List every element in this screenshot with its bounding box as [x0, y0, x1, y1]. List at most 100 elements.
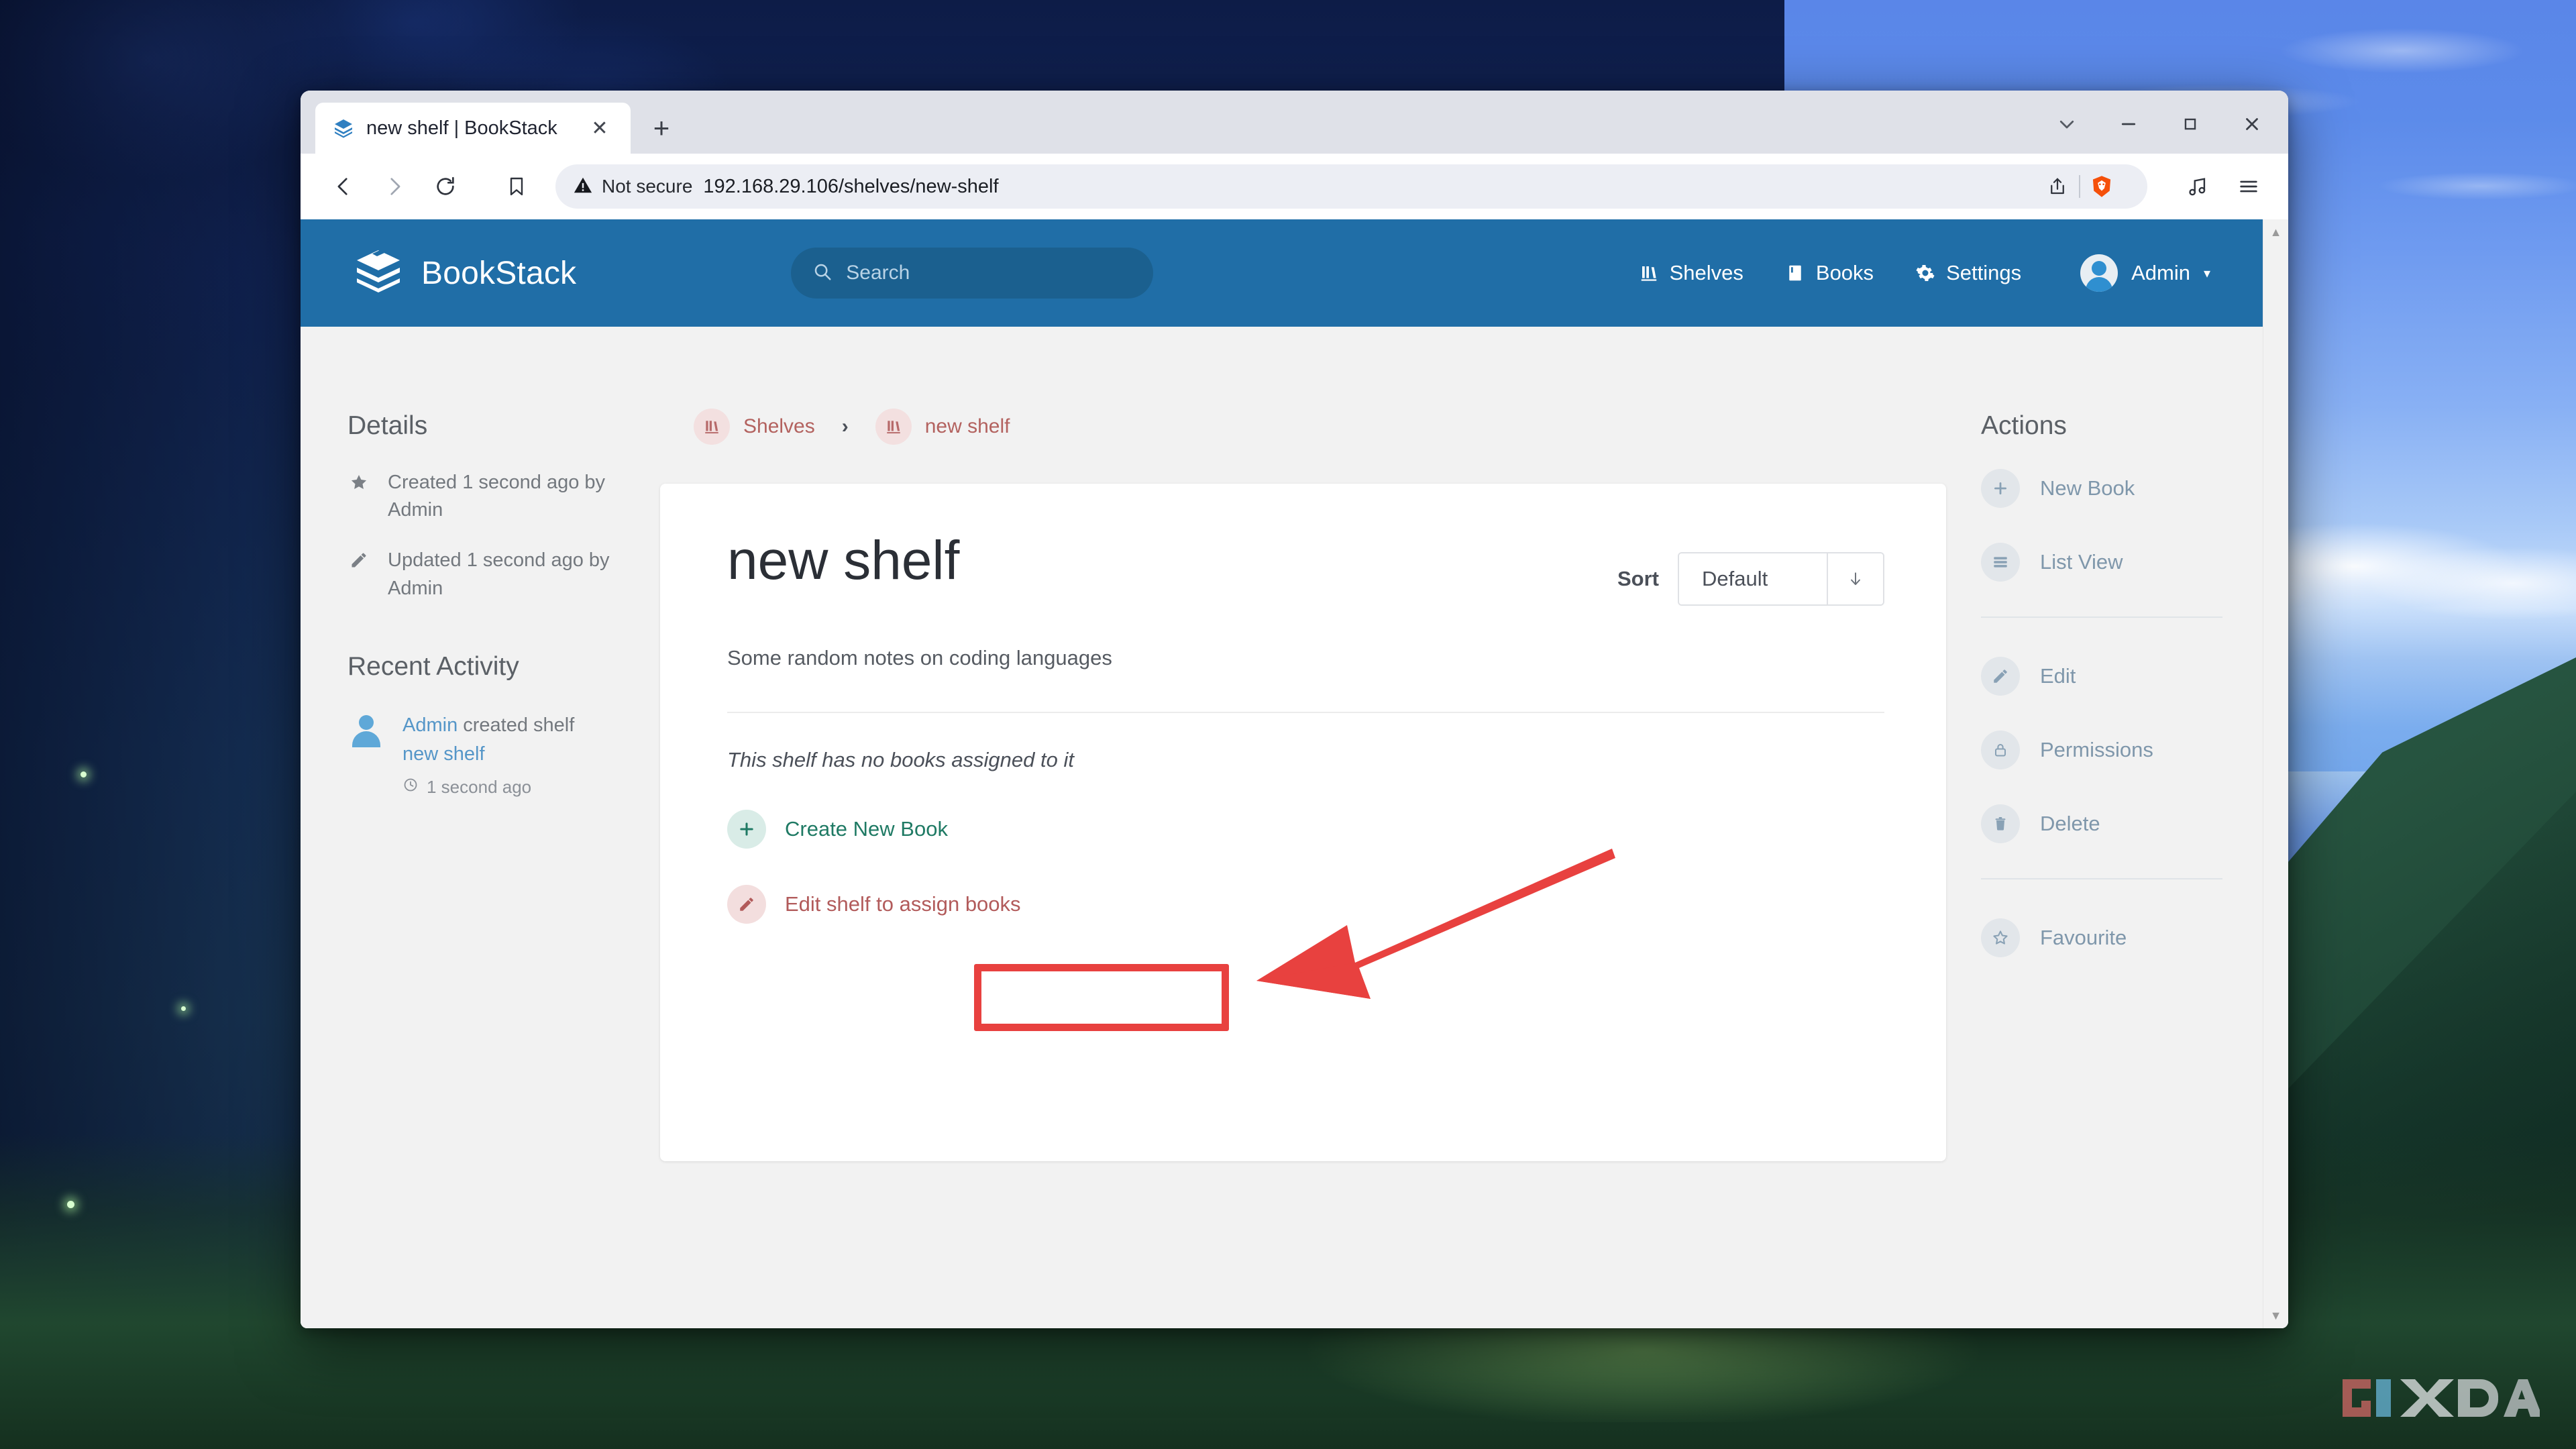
browser-window: new shelf | BookStack ✕ + [301, 91, 2288, 1328]
activity-actor-link[interactable]: Admin [402, 714, 458, 736]
action-edit[interactable]: Edit [1981, 657, 2222, 696]
star-outline-icon [1981, 918, 2020, 957]
app-brand[interactable]: BookStack [353, 249, 576, 297]
bookmark-icon[interactable] [491, 161, 542, 212]
nav-item-settings[interactable]: Settings [1915, 261, 2021, 285]
forward-icon[interactable] [369, 161, 420, 212]
bookstack-favicon-icon [333, 117, 354, 139]
detail-created: Created 1 second ago by Admin [347, 469, 616, 524]
sort-select[interactable]: Default [1678, 552, 1884, 606]
breadcrumb-item-shelves[interactable]: Shelves [694, 409, 815, 445]
activity-time-text: 1 second ago [427, 774, 531, 800]
star-icon [347, 469, 370, 492]
activity-target-link[interactable]: new shelf [402, 743, 485, 765]
browser-tab-title: new shelf | BookStack [366, 117, 574, 140]
sort-value[interactable]: Default [1679, 553, 1827, 604]
new-tab-button[interactable]: + [641, 108, 682, 148]
nav-item-books[interactable]: Books [1785, 261, 1874, 285]
search-icon [812, 262, 833, 285]
breadcrumb: Shelves › new shelf [660, 409, 1950, 445]
minimize-icon[interactable] [2098, 103, 2159, 146]
address-bar[interactable]: Not secure 192.168.29.106/shelves/new-sh… [555, 164, 2147, 209]
hamburger-menu-icon[interactable] [2226, 164, 2271, 209]
plus-icon [1981, 469, 2020, 508]
action-label: Edit [2040, 664, 2076, 688]
browser-tab[interactable]: new shelf | BookStack ✕ [315, 103, 631, 154]
details-sidebar: Details Created 1 second ago by Admin [301, 327, 660, 1328]
main-content: Shelves › new shelf [660, 327, 1950, 1328]
firefly [80, 771, 87, 777]
bookstack-logo-icon [353, 249, 404, 297]
firefly [67, 1201, 74, 1208]
avatar [347, 711, 385, 749]
pencil-icon [727, 885, 766, 924]
brave-lion-icon[interactable] [2080, 165, 2123, 208]
breadcrumb-item-new-shelf[interactable]: new shelf [875, 409, 1010, 445]
activity-text: Admin created shelf new shelf 1 second a… [402, 711, 574, 800]
share-icon[interactable] [2036, 165, 2079, 208]
actions-heading: Actions [1981, 411, 2222, 441]
actions-sidebar: Actions New Book List View [1950, 327, 2263, 1328]
warning-triangle-icon [573, 175, 593, 199]
detail-text: Created 1 second ago by Admin [388, 469, 616, 524]
app-header: BookStack Search Shelves [301, 219, 2263, 327]
list-icon [1981, 543, 2020, 582]
security-indicator[interactable]: Not secure [573, 175, 692, 199]
action-permissions[interactable]: Permissions [1981, 731, 2222, 769]
action-list-view[interactable]: List View [1981, 543, 2222, 582]
page-viewport: BookStack Search Shelves [301, 219, 2288, 1328]
back-icon[interactable] [318, 161, 369, 212]
clock-icon [402, 774, 419, 800]
tab-close-icon[interactable]: ✕ [586, 115, 613, 142]
browser-tab-strip: new shelf | BookStack ✕ + [301, 91, 2288, 154]
action-label: Delete [2040, 812, 2100, 836]
breadcrumb-label: new shelf [925, 415, 1010, 438]
scroll-up-arrow[interactable]: ▲ [2270, 226, 2282, 238]
music-note-icon[interactable] [2176, 164, 2220, 209]
detail-text: Updated 1 second ago by Admin [388, 547, 616, 602]
chevron-down-icon[interactable] [2036, 103, 2098, 146]
arrow-down-icon[interactable] [1827, 553, 1883, 604]
recent-activity-heading: Recent Activity [347, 652, 616, 682]
nav-label: Settings [1946, 261, 2021, 285]
close-icon[interactable] [2221, 103, 2283, 146]
search-placeholder: Search [846, 262, 910, 284]
action-new-book[interactable]: New Book [1981, 469, 2222, 508]
activity-action: created shelf [458, 714, 574, 736]
shelves-icon [694, 409, 730, 445]
action-label: Permissions [2040, 738, 2153, 762]
shelf-header: new shelf Sort Default [727, 532, 1884, 606]
action-label: Favourite [2040, 926, 2127, 950]
sort-label: Sort [1617, 567, 1659, 591]
action-label: Edit shelf to assign books [785, 892, 1021, 916]
edit-shelf-assign-link[interactable]: Edit shelf to assign books [727, 885, 1884, 924]
avatar [2080, 254, 2118, 292]
user-menu[interactable]: Admin ▾ [2080, 254, 2210, 292]
address-bar-actions [2029, 164, 2130, 209]
details-heading: Details [347, 411, 616, 441]
scroll-down-arrow[interactable]: ▼ [2270, 1309, 2282, 1322]
reload-icon[interactable] [420, 161, 471, 212]
security-label: Not secure [602, 176, 692, 197]
pencil-icon [347, 547, 370, 570]
lock-icon [1981, 731, 2020, 769]
action-delete[interactable]: Delete [1981, 804, 2222, 843]
nav-item-shelves[interactable]: Shelves [1639, 261, 1743, 285]
page-body: Details Created 1 second ago by Admin [301, 327, 2263, 1328]
divider [1981, 878, 2222, 879]
maximize-icon[interactable] [2159, 103, 2221, 146]
search-input[interactable]: Search [791, 248, 1153, 299]
window-controls [2036, 103, 2283, 146]
app-brand-name: BookStack [421, 255, 576, 292]
chevron-down-icon: ▾ [2204, 265, 2210, 282]
action-favourite[interactable]: Favourite [1981, 918, 2222, 957]
create-new-book-link[interactable]: Create New Book [727, 810, 1884, 849]
bookstack-page: BookStack Search Shelves [301, 219, 2263, 1328]
breadcrumb-label: Shelves [743, 415, 815, 438]
app-nav: Shelves Books Settings [1639, 254, 2210, 292]
book-icon [1785, 263, 1805, 283]
page-scrollbar[interactable]: ▲ ▼ [2263, 219, 2288, 1328]
action-label: List View [2040, 550, 2123, 574]
divider [1981, 616, 2222, 618]
action-label: New Book [2040, 476, 2135, 500]
